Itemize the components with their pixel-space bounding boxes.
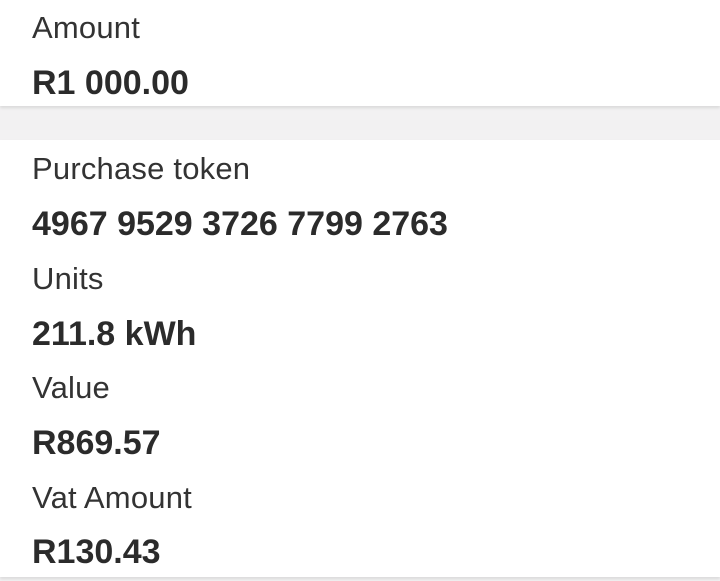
vat-amount-label: Vat Amount bbox=[32, 480, 192, 515]
purchase-token-value[interactable]: 4967 9529 3726 7799 2763 bbox=[32, 205, 448, 244]
transaction-details-card: Purchase token 4967 9529 3726 7799 2763 … bbox=[0, 140, 720, 577]
value-label: Value bbox=[32, 370, 110, 405]
amount-card: Amount R1 000.00 bbox=[0, 0, 720, 106]
purchase-token-label: Purchase token bbox=[32, 151, 251, 186]
amount-label: Amount bbox=[32, 10, 141, 45]
value-value: R869.57 bbox=[32, 424, 161, 462]
vat-amount-value: R130.43 bbox=[32, 533, 161, 571]
units-label: Units bbox=[32, 261, 104, 296]
units-value: 211.8 kWh bbox=[32, 315, 197, 353]
amount-value: R1 000.00 bbox=[32, 64, 189, 102]
